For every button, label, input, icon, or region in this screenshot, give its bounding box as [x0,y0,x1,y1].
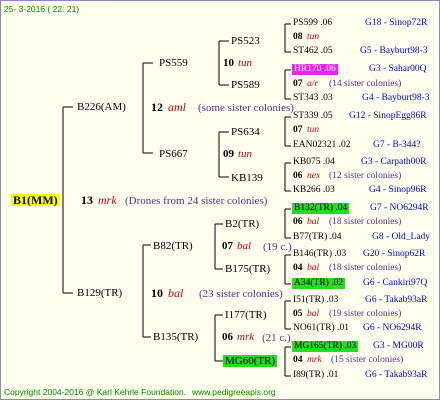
pedigree-chart: 25- 3-2016 ( 22: 21) B1(MM) 13 mrk (Dron… [0,0,440,400]
gen4-queen-id: I51(TR) .03 [293,295,339,305]
root-queen-num: 13 [81,193,93,207]
gen2-queen-id: B82(TR) [153,240,193,252]
gen2-queen-num: 07 [222,240,233,252]
footer-copyright: Copyright 2004-2016 @ Karl Kehrle Founda… [4,387,187,397]
gen2-queen-num: 09 [223,148,234,160]
gen4-queen-info: G6 - Takab93aR [365,295,428,305]
gen3-queen-num: 08 [293,32,303,42]
gen3-queen-num: 07 [293,125,303,135]
gen2-queen-id: PS559 [159,57,188,69]
gen4-queen-id: ST343 .03 [293,93,333,103]
gen4-queen-id: I89(TR) .01 [293,370,339,380]
gen3-drone-note: (15 sister colonies) [331,355,404,365]
gen4-queen-id: A34(TR) .02 [292,278,346,289]
gen3-queen-num: 05 [293,309,303,319]
gen1-queen-code: aml [168,100,186,114]
gen4-queen-info: G3 - Carpath00R [361,157,427,167]
gen4-queen-info: G7 - B-344? [373,140,421,150]
gen3-queen-code: bal [307,217,320,227]
gen2-queen-code: tun [238,57,253,69]
gen2-queen-num: 10 [223,57,234,69]
gen2-queen-id: PS667 [159,148,188,160]
gen3-queen-code: nex [307,171,321,181]
gen4-queen-info: G18 - Sinop72R [365,18,428,28]
gen3-queen-id: B175(TR) [225,263,271,275]
gen3-queen-id: PS634 [231,126,260,138]
gen1-queen-num: 10 [151,286,163,300]
gen3-drone-note: (18 sister colonies) [329,217,402,227]
gen3-queen-num: 06 [293,217,303,227]
gen4-queen-id: NO61(TR) .01 [293,323,349,333]
gen4-queen-id: KB075 .04 [293,157,335,167]
gen3-queen-id: PS523 [231,35,260,47]
gen4-queen-info: G6 - NO6294R [363,323,422,333]
gen2-drone-note: (19 c.) [263,241,292,253]
gen3-queen-code: tun [307,32,320,42]
gen1-queen-id: B129(TR) [77,287,123,299]
gen4-queen-id: ST339 .05 [293,111,333,121]
gen4-queen-info: G7 - NO6294R [370,203,429,213]
gen1-queen-num: 12 [151,100,163,114]
gen4-queen-info: G8 - Old_Lady [372,232,431,242]
gen4-queen-info: G3 - MG00R [373,341,424,351]
gen4-queen-id: EAN02321 .02 [293,140,351,150]
gen3-queen-code: bal [307,263,320,273]
gen4-queen-info: G3 - Sahar00Q [369,64,427,74]
gen1-drone-note: (some sister colonies) [198,102,294,114]
gen4-queen-info: G4 - Sinop96R [369,185,427,195]
gen3-queen-code: a/r [307,79,319,89]
gen2-queen-id: B135(TR) [153,331,199,343]
gen3-queen-code: mrk [307,355,322,365]
gen2-queen-code: tun [238,148,253,160]
gen3-queen-code: bal [307,309,320,319]
gen3-queen-id: B2(TR) [225,218,260,230]
root-queen-code: mrk [98,193,117,207]
gen4-queen-id: B77(TR) .04 [293,232,342,242]
gen4-queen-id: KB266 .03 [293,185,335,195]
gen3-queen-id: I177(TR) [225,309,267,321]
gen3-queen-id: MG60(TR) [223,355,278,367]
gen4-queen-info: G6 - Takab93aR [365,370,428,380]
gen3-drone-note: (19 sister colonies) [329,309,402,319]
gen3-queen-num: 04 [293,263,303,273]
gen2-drone-note: (21 c.) [262,332,291,344]
gen2-queen-code: bal [237,240,252,252]
gen1-drone-note: (23 sister colonies) [199,288,283,300]
gen3-drone-note: (12 sister colonies) [329,171,402,181]
gen3-queen-num: 07 [293,79,303,89]
gen3-drone-note: (18 sister colonies) [329,263,402,273]
gen3-queen-id: KB139 [231,172,263,184]
gen2-queen-num: 06 [222,331,233,343]
root-drone-note: (Drones from 24 sister colonies) [125,195,268,207]
gen4-queen-info: G4 - Bayburt98-3 [362,93,430,103]
gen4-queen-id: MG165(TR) .03 [292,341,359,352]
gen4-queen-info: G5 - Bayburt98-3 [360,46,428,56]
gen4-queen-id: B132(TR) .04 [292,203,350,214]
footer-url[interactable]: www.pedigreeapis.org [192,386,276,398]
gen4-queen-id: ST462 .05 [293,46,333,56]
gen1-queen-code: bal [168,286,184,300]
root-queen-id: B1(MM) [11,193,60,207]
gen3-queen-code: tun [307,125,320,135]
gen4-queen-id: PS599 .06 [293,18,333,28]
gen4-queen-info: G20 - Sinop62R [363,249,426,259]
gen4-queen-id: HR170 .06 [292,64,338,75]
gen2-queen-code: mrk [237,331,255,343]
gen4-queen-id: B146(TR) .03 [293,249,347,259]
generation-date: 25- 3-2016 ( 22: 21) [4,4,80,14]
gen3-queen-id: PS589 [231,79,260,91]
gen4-queen-info: G6 - Cankiri97Q [363,278,428,288]
gen1-queen-id: B226(AM) [77,101,126,113]
gen3-drone-note: (14 sister colonies) [329,79,402,89]
gen4-queen-info: G12 - SinopEgg86R [349,111,427,121]
gen3-queen-num: 06 [293,171,303,181]
gen3-queen-num: 04 [293,355,303,365]
